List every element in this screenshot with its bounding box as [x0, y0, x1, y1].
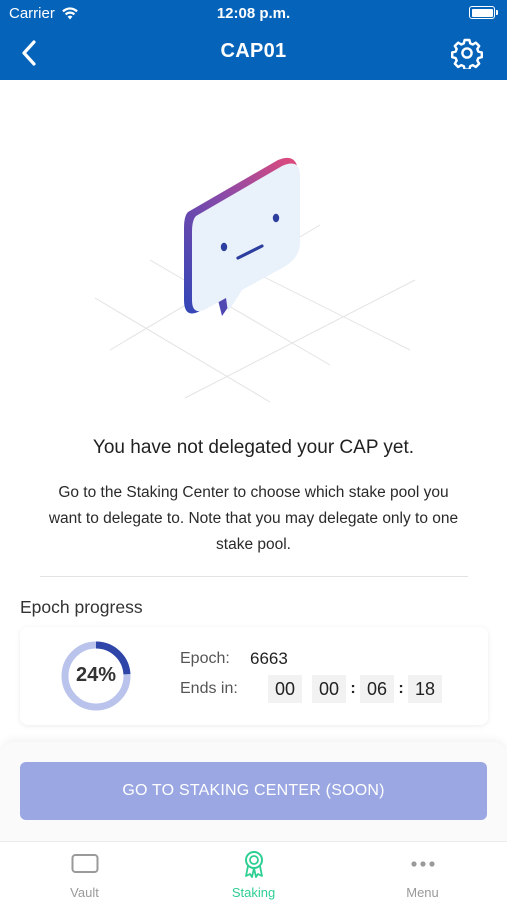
epoch-progress-ring: 24% — [60, 640, 132, 712]
top-bar: Carrier 12:08 p.m. CAP01 — [0, 0, 507, 80]
tab-vault[interactable]: Vault — [0, 842, 169, 900]
countdown-minutes: 06 — [360, 675, 394, 703]
empty-chat-illustration — [94, 157, 416, 403]
tab-bar: Vault Staking Menu — [0, 841, 507, 900]
epoch-value: 6663 — [250, 649, 288, 668]
staking-icon — [244, 851, 263, 878]
epoch-key: Epoch: — [180, 650, 230, 667]
settings-button[interactable] — [451, 37, 483, 71]
vault-icon — [71, 854, 98, 873]
tab-vault-label: Vault — [70, 885, 99, 900]
status-bar: Carrier 12:08 p.m. — [0, 0, 507, 28]
tab-menu[interactable]: Menu — [338, 842, 507, 900]
status-time: 12:08 p.m. — [216, 5, 291, 22]
divider — [40, 576, 468, 577]
countdown-hours: 00 — [312, 675, 346, 703]
countdown-days: 00 — [268, 675, 302, 703]
empty-state-description: Go to the Staking Center to choose which… — [48, 484, 459, 553]
tab-staking-label: Staking — [231, 885, 276, 900]
epoch-info: Epoch: 6663 Ends in: 00 00 : 06 : 18 — [180, 645, 442, 703]
countdown: 00 00 : 06 : 18 — [268, 675, 442, 703]
more-dots-icon — [410, 861, 435, 867]
epoch-progress-card: 24% Epoch: 6663 Ends in: 00 00 : 06 : 18 — [20, 627, 488, 725]
tab-staking[interactable]: Staking — [169, 842, 338, 900]
ends-in-key: Ends in: — [180, 680, 238, 697]
countdown-separator: : — [350, 680, 356, 697]
empty-state-headline: You have not delegated your CAP yet. — [92, 437, 415, 458]
battery-icon — [469, 6, 498, 19]
page-title: CAP01 — [220, 40, 287, 62]
epoch-percent: 24% — [75, 664, 117, 686]
gear-icon — [451, 38, 483, 71]
go-to-staking-center-button[interactable]: GO TO STAKING CENTER (SOON) — [20, 762, 487, 820]
ends-in-row: Ends in: 00 00 : 06 : 18 — [180, 675, 442, 703]
tab-menu-label: Menu — [406, 885, 439, 900]
epoch-progress-label: Epoch progress — [20, 597, 143, 617]
countdown-separator: : — [398, 680, 404, 697]
countdown-seconds: 18 — [408, 675, 442, 703]
app-header: CAP01 — [0, 28, 507, 80]
epoch-row: Epoch: 6663 — [180, 645, 442, 673]
